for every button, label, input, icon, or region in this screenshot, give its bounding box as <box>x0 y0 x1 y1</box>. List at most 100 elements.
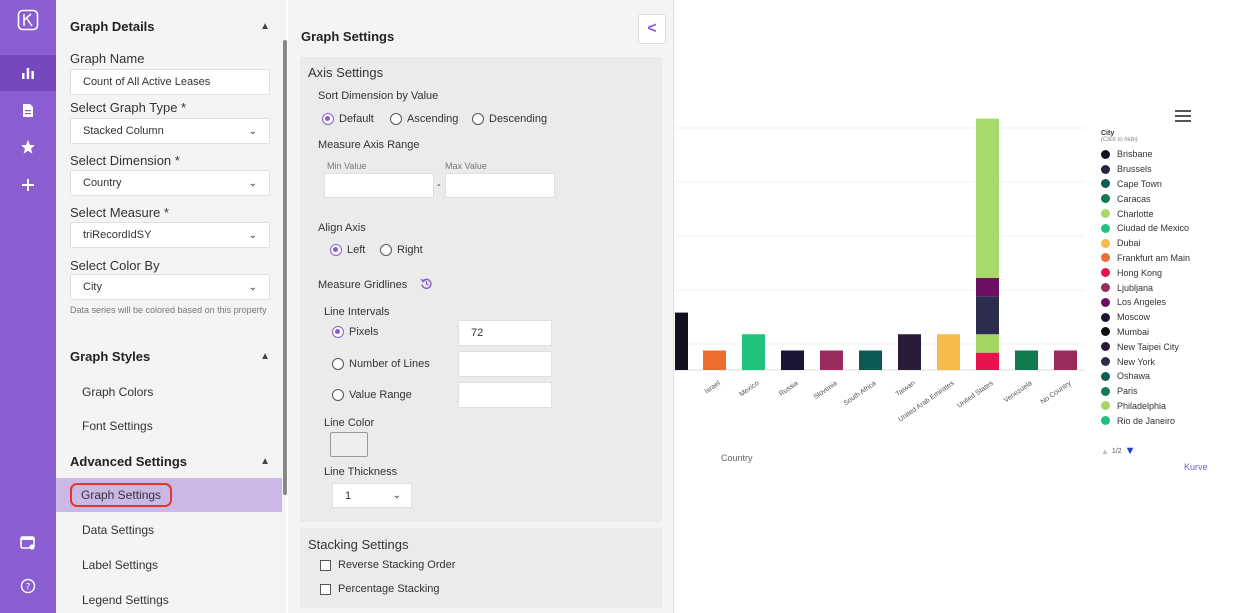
sort-descending-label: Descending <box>489 113 548 125</box>
chart-bar-segment <box>781 350 804 370</box>
legend-swatch <box>1101 223 1110 233</box>
graph-settings-label: Graph Settings <box>70 483 173 507</box>
interval-pixels-label: Pixels <box>349 326 379 338</box>
legend-item[interactable]: Frankfurt am Main <box>1101 251 1241 266</box>
legend-label: Oshawa <box>1117 371 1151 382</box>
star-icon[interactable] <box>0 129 56 165</box>
measure-value: triRecordIdSY <box>83 229 152 241</box>
legend-label: New Taipei City <box>1117 341 1179 352</box>
chart-bar-segment <box>976 277 999 297</box>
sort-default-radio[interactable]: Default <box>322 113 374 125</box>
line-color-picker[interactable] <box>330 432 368 457</box>
chevron-up-icon: ▲ <box>260 455 270 467</box>
chart-menu-icon[interactable] <box>1175 110 1191 125</box>
legend-item[interactable]: Moscow <box>1101 310 1241 325</box>
graph-details-header[interactable]: Graph Details ▲ <box>56 8 284 44</box>
graph-type-label: Select Graph Type * <box>70 100 187 115</box>
nav-item-data-settings[interactable]: Data Settings <box>56 513 282 547</box>
measure-select[interactable]: triRecordIdSY ⌄ <box>70 222 270 248</box>
legend-label: Rio de Janeiro <box>1117 415 1176 426</box>
legend-item[interactable]: Paris <box>1101 384 1241 399</box>
legend-item[interactable]: Brisbane <box>1101 147 1241 162</box>
legend-label: Ciudad de Mexico <box>1117 223 1190 234</box>
interval-lines-radio[interactable]: Number of Lines <box>332 358 430 370</box>
value-range-input[interactable] <box>458 382 552 408</box>
sort-ascending-radio[interactable]: Ascending <box>390 113 458 125</box>
legend-item[interactable]: Mumbai <box>1101 325 1241 340</box>
legend-next-icon[interactable]: ▼ <box>1125 445 1136 457</box>
legend-item[interactable]: Cape Town <box>1101 177 1241 192</box>
pixels-input[interactable]: 72 <box>458 320 552 346</box>
legend-swatch <box>1101 297 1110 307</box>
legend-item[interactable]: New York <box>1101 354 1241 369</box>
graph-type-select[interactable]: Stacked Column ⌄ <box>70 118 270 144</box>
legend-prev-icon[interactable]: ▲ <box>1101 447 1109 456</box>
legend-item[interactable]: Brussels <box>1101 162 1241 177</box>
max-value-input[interactable] <box>445 173 555 198</box>
number-of-lines-input[interactable] <box>458 351 552 377</box>
legend-item[interactable]: Dubai <box>1101 236 1241 251</box>
reverse-stacking-checkbox[interactable]: Reverse Stacking Order <box>320 559 455 571</box>
advanced-settings-header[interactable]: Advanced Settings ▲ <box>56 443 284 479</box>
help-icon[interactable]: ? <box>0 568 56 604</box>
graph-name-input[interactable]: Count of All Active Leases <box>70 69 270 95</box>
radio-icon <box>472 113 484 125</box>
chart-bar-segment <box>859 350 882 370</box>
align-right-label: Right <box>397 244 423 256</box>
legend-item[interactable]: Ljubljana <box>1101 280 1241 295</box>
percentage-stacking-checkbox[interactable]: Percentage Stacking <box>320 583 440 595</box>
icon-rail: ? <box>0 0 56 613</box>
chart-bar-segment <box>898 334 921 370</box>
document-icon[interactable] <box>0 92 56 128</box>
sort-descending-radio[interactable]: Descending <box>472 113 547 125</box>
legend-item[interactable]: Caracas <box>1101 191 1241 206</box>
line-thickness-value: 1 <box>345 489 352 502</box>
chevron-left-icon: < <box>647 20 657 37</box>
panel-scrollbar[interactable] <box>283 40 287 495</box>
align-left-radio[interactable]: Left <box>330 244 365 256</box>
legend-item[interactable]: Charlotte <box>1101 206 1241 221</box>
logo-icon[interactable] <box>0 2 56 38</box>
legend-item[interactable]: Rio de Janeiro <box>1101 413 1241 428</box>
sort-ascending-label: Ascending <box>407 113 459 125</box>
color-by-select[interactable]: City ⌄ <box>70 274 270 300</box>
color-by-value: City <box>83 281 102 293</box>
nav-item-label-settings[interactable]: Label Settings <box>56 548 282 582</box>
legend-item[interactable]: New Taipei City <box>1101 339 1241 354</box>
reset-history-icon[interactable] <box>420 277 433 293</box>
dashboard-settings-icon[interactable] <box>0 525 56 561</box>
legend-item[interactable]: Oshawa <box>1101 369 1241 384</box>
legend-label: Los Angeles <box>1117 297 1167 308</box>
legend-swatch <box>1101 401 1110 411</box>
legend-item[interactable]: Hong Kong <box>1101 265 1241 280</box>
graph-styles-title: Graph Styles <box>70 348 151 364</box>
nav-item-graph-colors[interactable]: Graph Colors <box>56 375 282 409</box>
legend-item[interactable]: Philadelphia <box>1101 399 1241 414</box>
legend-label: Charlotte <box>1117 208 1154 219</box>
chart-bar-segment <box>976 352 999 370</box>
align-right-radio[interactable]: Right <box>380 244 423 256</box>
x-tick-label: Israel <box>704 380 722 396</box>
legend-page-label: 1/2 <box>1111 447 1122 455</box>
graph-styles-header[interactable]: Graph Styles ▲ <box>56 338 284 374</box>
nav-item-graph-settings[interactable]: Graph Settings <box>56 478 282 512</box>
x-tick-label: Russia <box>778 380 800 398</box>
collapse-panel-button[interactable]: < <box>638 14 666 44</box>
min-value-input[interactable] <box>324 173 434 198</box>
legend-label: Mumbai <box>1117 326 1150 337</box>
legend-swatch <box>1101 416 1110 426</box>
nav-item-font-settings[interactable]: Font Settings <box>56 409 282 443</box>
credits-link[interactable]: Kurve <box>1184 462 1208 472</box>
plus-icon[interactable] <box>0 167 56 203</box>
legend-item[interactable]: Ciudad de Mexico <box>1101 221 1241 236</box>
dimension-select[interactable]: Country ⌄ <box>70 170 270 196</box>
align-left-label: Left <box>347 244 366 256</box>
legend-item[interactable]: Los Angeles <box>1101 295 1241 310</box>
interval-range-radio[interactable]: Value Range <box>332 389 412 401</box>
chevron-up-icon: ▲ <box>260 350 270 362</box>
bar-chart-icon[interactable] <box>0 55 56 91</box>
line-thickness-select[interactable]: 1 ⌄ <box>332 483 412 508</box>
nav-item-legend-settings[interactable]: Legend Settings <box>56 583 282 613</box>
legend-swatch <box>1101 312 1110 322</box>
interval-pixels-radio[interactable]: Pixels <box>332 326 378 338</box>
